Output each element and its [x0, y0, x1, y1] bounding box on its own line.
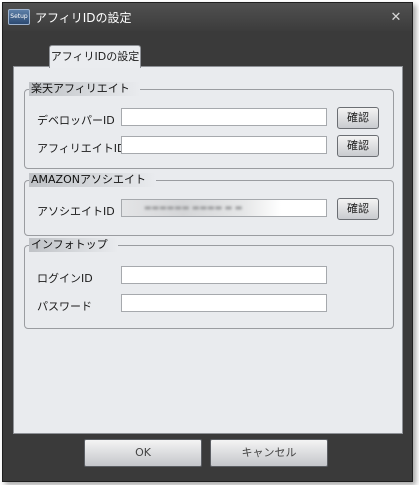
- developer-id-input[interactable]: [121, 108, 327, 126]
- infotop-group: インフォトップ ログインID パスワード: [24, 238, 394, 329]
- tab-page: 楽天アフィリエイト デベロッパーID 確認 アフィリエイトID 確認 AMAZO…: [13, 66, 403, 434]
- window-title: アフィリIDの設定: [35, 11, 132, 25]
- app-icon: Setup: [8, 9, 30, 25]
- amazon-group: AMAZONアソシエイト アソシエイトID ▬▬▬▬▬▬ ▬▬▬▬ ▬ ▬ 確認: [24, 173, 394, 236]
- amazon-group-title: AMAZONアソシエイト: [29, 173, 156, 187]
- title-bar[interactable]: Setup アフィリIDの設定 ✕: [3, 3, 412, 31]
- password-label: パスワード: [37, 300, 92, 313]
- rakuten-group: 楽天アフィリエイト デベロッパーID 確認 アフィリエイトID 確認: [24, 82, 394, 169]
- close-icon[interactable]: ✕: [387, 9, 405, 27]
- developer-id-label: デベロッパーID: [37, 114, 115, 127]
- ok-button[interactable]: OK: [84, 439, 202, 467]
- affiliate-id-input[interactable]: [121, 136, 327, 154]
- login-id-input[interactable]: [121, 266, 327, 284]
- redacted-associate-id: ▬▬▬▬▬▬ ▬▬▬▬ ▬ ▬: [144, 203, 243, 212]
- associate-id-row: アソシエイトID ▬▬▬▬▬▬ ▬▬▬▬ ▬ ▬ 確認: [25, 198, 393, 221]
- password-input[interactable]: [121, 294, 327, 312]
- developer-id-row: デベロッパーID 確認: [25, 107, 393, 130]
- infotop-group-title: インフォトップ: [29, 238, 118, 252]
- cancel-button[interactable]: キャンセル: [210, 439, 328, 467]
- affiliate-id-label: アフィリエイトID: [37, 142, 126, 155]
- associate-id-input[interactable]: ▬▬▬▬▬▬ ▬▬▬▬ ▬ ▬: [121, 199, 327, 217]
- password-row: パスワード: [25, 294, 393, 316]
- tab-affiliate-id-settings[interactable]: アフィリIDの設定: [49, 45, 141, 68]
- affiliate-id-row: アフィリエイトID 確認: [25, 135, 393, 158]
- login-id-row: ログインID: [25, 266, 393, 288]
- affiliate-id-confirm-button[interactable]: 確認: [337, 135, 379, 157]
- rakuten-group-title: 楽天アフィリエイト: [29, 82, 140, 96]
- settings-dialog: Setup アフィリIDの設定 ✕ アフィリIDの設定 楽天アフィリエイト デベ…: [2, 2, 413, 482]
- login-id-label: ログインID: [37, 272, 93, 285]
- associate-id-confirm-button[interactable]: 確認: [337, 198, 379, 220]
- developer-id-confirm-button[interactable]: 確認: [337, 107, 379, 129]
- associate-id-label: アソシエイトID: [37, 205, 115, 218]
